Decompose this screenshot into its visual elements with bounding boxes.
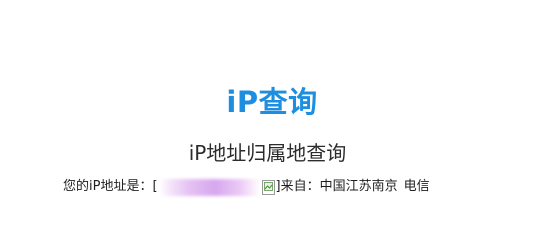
- location-label: 来自：: [280, 179, 320, 194]
- ip-info-line: 您的iP地址是： [ ] 来自： 中国江苏南京 电信: [63, 177, 430, 197]
- isp-value: 电信: [403, 179, 430, 194]
- site-logo-link[interactable]: iP查询: [217, 82, 327, 122]
- location-value: 中国江苏南京: [319, 179, 398, 194]
- ip-address-redacted: [159, 178, 260, 196]
- logo-text: iP查询: [226, 84, 318, 119]
- page-title: iP地址归属地查询: [188, 141, 347, 165]
- broken-image-icon: [261, 179, 275, 195]
- ip-label: 您的iP地址是：: [63, 179, 153, 194]
- bracket-open: [: [152, 179, 158, 194]
